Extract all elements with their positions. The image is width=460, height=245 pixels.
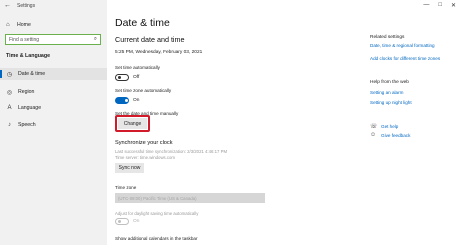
sidebar-item-speech[interactable]: ♪ Speech (0, 119, 107, 131)
search-icon: ⌕ (93, 36, 97, 42)
sidebar-item-home[interactable]: ⌂ Home (6, 20, 31, 29)
dst-label: Adjust for daylight saving time automati… (115, 211, 199, 216)
timezone-label: Time zone (115, 185, 137, 190)
sync-last-text: Last successful time synchronization: 2/… (115, 149, 228, 154)
back-arrow-icon[interactable]: ← (4, 2, 11, 9)
globe-icon: ◎ (6, 89, 13, 96)
related-heading: Related settings (370, 35, 405, 40)
sidebar-item-label: Region (18, 89, 35, 95)
change-button[interactable]: Change (118, 118, 147, 129)
timezone-dropdown[interactable]: (UTC-08:00) Pacific Time (US & Canada) (115, 193, 265, 203)
set-time-auto-label: Set time automatically (115, 65, 160, 70)
add-clocks-link[interactable]: Add clocks for different time zones (370, 56, 440, 61)
app-title: Settings (17, 3, 36, 9)
calendar-clock-icon: ◷ (6, 71, 13, 78)
page-title: Date & time (115, 17, 170, 29)
sidebar-item-date-time[interactable]: ◷ Date & time (0, 68, 107, 80)
set-time-auto-state: Off (133, 75, 140, 80)
dst-toggle-row: On (115, 218, 139, 225)
set-zone-auto-toggle-row: On (115, 97, 139, 104)
give-feedback-row[interactable]: ☺ Give feedback (370, 132, 410, 138)
sidebar-item-label: Date & time (18, 71, 46, 77)
help-heading: Help from the web (370, 80, 409, 85)
sidebar: ← Settings ⌂ Home Find a setting ⌕ Time … (0, 0, 107, 245)
regional-formatting-link[interactable]: Date, time & regional formatting (370, 43, 435, 48)
home-label: Home (17, 21, 31, 28)
dst-state: On (133, 219, 140, 224)
search-placeholder: Find a setting (9, 36, 40, 43)
sync-heading: Synchronize your clock (115, 140, 173, 146)
dst-toggle[interactable] (115, 218, 129, 225)
section-title: Time & Language (6, 53, 51, 59)
current-date-value: 5:25 PM, Wednesday, February 03, 2021 (115, 50, 203, 55)
set-zone-auto-toggle[interactable] (115, 97, 129, 104)
home-icon: ⌂ (6, 21, 10, 28)
calendars-label: Show additional calendars in the taskbar (115, 236, 198, 241)
sidebar-item-label: Speech (18, 122, 36, 128)
set-zone-auto-state: On (133, 98, 140, 103)
give-feedback-link: Give feedback (381, 132, 411, 138)
main-content: Date & time Current date and time 5:25 P… (115, 0, 355, 245)
get-help-row[interactable]: ☏ Get help (370, 123, 398, 130)
current-date-heading: Current date and time (115, 35, 185, 44)
sync-now-button[interactable]: Sync now (115, 163, 144, 173)
set-time-auto-toggle[interactable] (115, 74, 129, 81)
timezone-value: (UTC-08:00) Pacific Time (US & Canada) (118, 195, 197, 201)
related-panel: Related settings Date, time & regional f… (370, 0, 460, 245)
sync-server-text: Time server: time.windows.com (115, 155, 176, 160)
microphone-icon: ♪ (8, 122, 11, 128)
get-help-link: Get help (381, 124, 399, 129)
language-icon: A (7, 105, 12, 111)
setting-alarm-link[interactable]: Setting an alarm (370, 90, 403, 95)
sidebar-item-label: Language (18, 105, 42, 111)
help-chat-icon: ☏ (370, 124, 378, 130)
search-input[interactable]: Find a setting ⌕ (5, 34, 101, 45)
night-light-link[interactable]: Setting up night light (370, 100, 412, 105)
set-zone-auto-label: Set time zone automatically (115, 88, 172, 93)
set-time-auto-toggle-row: Off (115, 74, 139, 81)
feedback-icon: ☺ (370, 132, 377, 138)
sidebar-item-region[interactable]: ◎ Region (0, 86, 107, 98)
sidebar-item-language[interactable]: A Language (0, 102, 107, 114)
